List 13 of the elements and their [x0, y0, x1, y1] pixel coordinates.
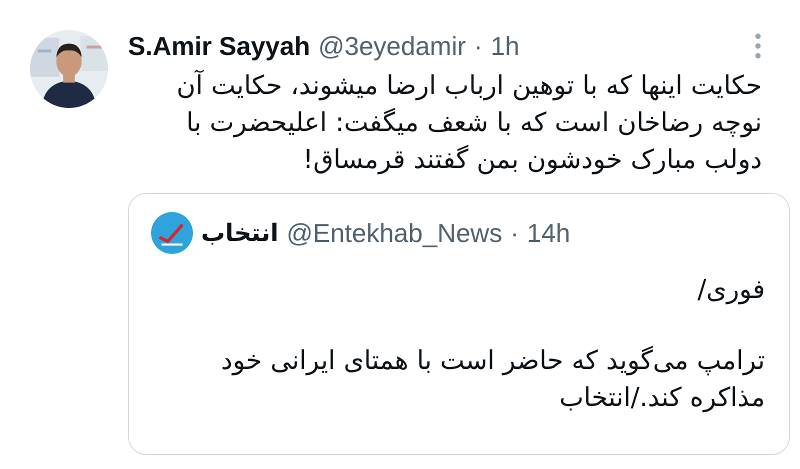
author-name[interactable]: S.Amir Sayyah [128, 30, 310, 62]
separator-dot: · [510, 218, 519, 248]
author-handle[interactable]: @3eyedamir [318, 30, 466, 62]
quoted-tweet-text: فوری/ [696, 274, 765, 307]
quoted-author-handle[interactable]: @Entekhab_News [286, 218, 502, 248]
separator-dot: · [474, 30, 483, 62]
quoted-tweet-text: ترامپ می‌گوید که حاضر است با همتای ایرانی خود مذاکره کند./انتخاب [220, 344, 765, 415]
quoted-author-name[interactable]: انتخاب [201, 219, 278, 247]
quoted-tweet-time[interactable]: 14h [526, 218, 570, 248]
tweet-time[interactable]: 1h [490, 30, 520, 62]
logo-icon [151, 212, 193, 254]
tweet-text: حکایت اینها که با توهین ارباب ارضا میشوند، حکایت آن نوچه رضاخان است که با شعف میگفت: اعلیحضرت با دولب مبارک خودشون بمن گفتند قرمساق! [175, 68, 762, 177]
more-options-icon[interactable] [754, 33, 762, 59]
